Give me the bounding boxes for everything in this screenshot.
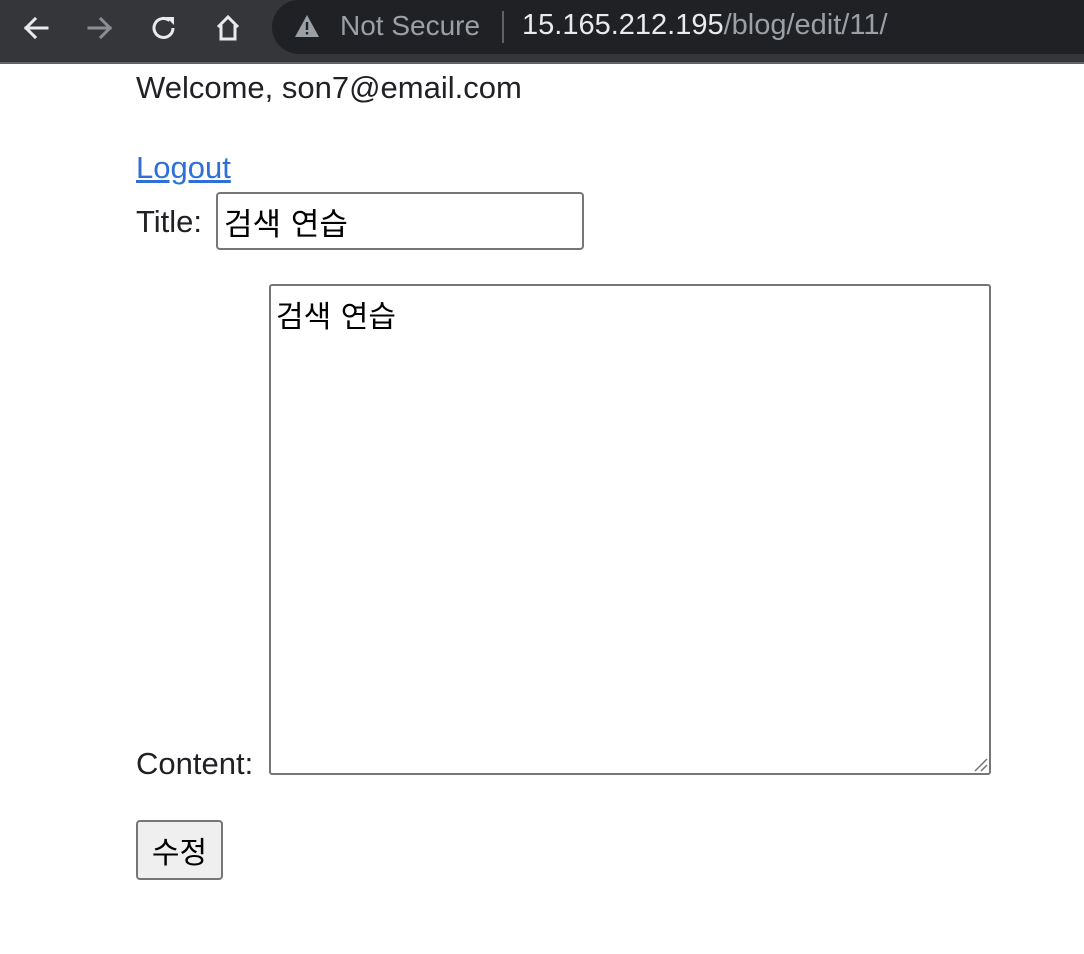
reload-button[interactable] — [144, 8, 184, 48]
home-icon — [216, 14, 240, 41]
security-status[interactable]: Not Secure — [340, 10, 480, 42]
page-content: Welcome, son7@email.com Logout Title: Co… — [0, 64, 1084, 954]
submit-edit-button[interactable]: 수정 — [136, 820, 223, 880]
title-label: Title: — [136, 204, 203, 239]
url-host: 15.165.212.195 — [522, 9, 724, 41]
arrow-left-icon — [23, 16, 49, 40]
home-button[interactable] — [208, 8, 248, 48]
forward-button[interactable] — [80, 8, 120, 48]
content-textarea[interactable]: 검색 연습 — [269, 284, 991, 775]
url-path: /blog/edit/11/ — [723, 9, 888, 41]
logout-link[interactable]: Logout — [136, 150, 231, 186]
welcome-text: Welcome, son7@email.com — [136, 70, 522, 105]
address-divider — [502, 11, 504, 43]
warning-triangle-icon — [295, 15, 319, 37]
back-button[interactable] — [16, 8, 56, 48]
url-text[interactable]: 15.165.212.195/blog/edit/11/ — [522, 9, 888, 42]
title-input[interactable] — [216, 192, 584, 250]
reload-icon — [152, 17, 175, 39]
browser-toolbar: Not Secure 15.165.212.195/blog/edit/11/ — [0, 0, 1084, 64]
arrow-right-icon — [87, 16, 113, 40]
address-bar[interactable]: Not Secure 15.165.212.195/blog/edit/11/ — [272, 0, 1084, 54]
content-label: Content: — [136, 746, 254, 781]
